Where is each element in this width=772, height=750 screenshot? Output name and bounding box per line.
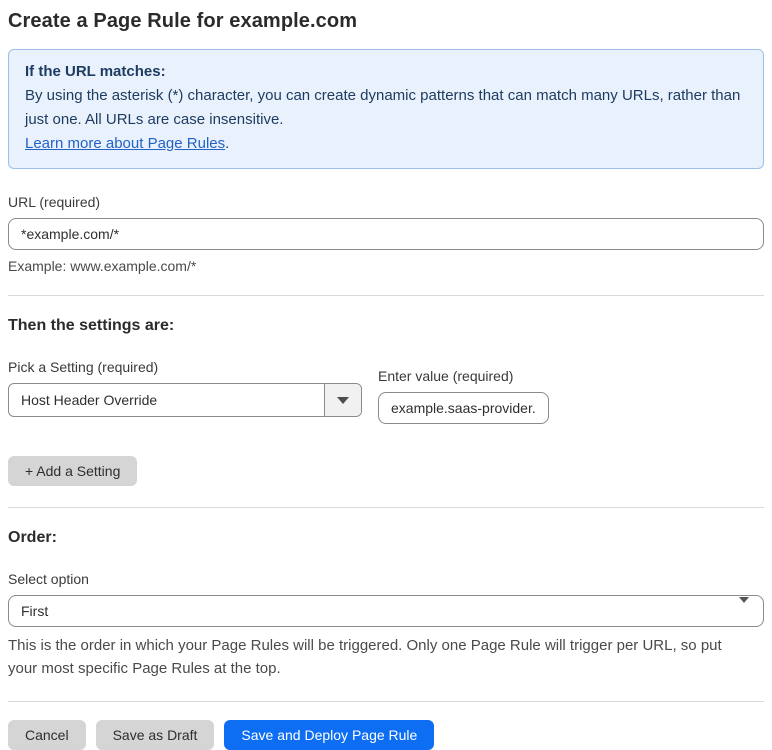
url-input[interactable] <box>8 218 764 250</box>
order-section: Order: Select option First This is the o… <box>8 529 764 680</box>
info-box-body-text: By using the asterisk (*) character, you… <box>25 87 741 128</box>
settings-row: Pick a Setting (required) Host Header Ov… <box>8 359 764 424</box>
order-helper-text: This is the order in which your Page Rul… <box>8 637 722 677</box>
save-as-draft-button[interactable]: Save as Draft <box>95 720 215 750</box>
add-setting-button[interactable]: + Add a Setting <box>8 456 138 486</box>
setting-picker-column: Pick a Setting (required) Host Header Ov… <box>8 359 362 417</box>
setting-select[interactable]: Host Header Override <box>8 383 362 417</box>
settings-heading: Then the settings are: <box>8 317 175 334</box>
url-section: URL (required) Example: www.example.com/… <box>8 194 764 274</box>
setting-select-label: Pick a Setting (required) <box>8 359 159 375</box>
order-select-value: First <box>21 603 49 619</box>
order-heading: Order: <box>8 529 57 546</box>
order-select-label: Select option <box>8 571 89 587</box>
learn-more-link[interactable]: Learn more about Page Rules <box>25 135 225 152</box>
link-suffix: . <box>225 135 230 152</box>
chevron-down-icon <box>739 597 749 619</box>
info-box-heading: If the URL matches: <box>25 63 166 80</box>
info-box-body: By using the asterisk (*) character, you… <box>25 84 747 156</box>
chevron-down-icon <box>337 396 349 404</box>
setting-value-column: Enter value (required) <box>378 359 549 424</box>
divider <box>8 295 764 296</box>
order-select[interactable]: First <box>8 595 764 627</box>
setting-select-arrow-button[interactable] <box>324 384 361 416</box>
url-example-helper: Example: www.example.com/* <box>8 258 197 274</box>
cancel-button[interactable]: Cancel <box>8 720 86 750</box>
url-label: URL (required) <box>8 194 101 210</box>
setting-select-value: Host Header Override <box>21 392 158 408</box>
setting-value-input[interactable] <box>378 392 549 424</box>
setting-value-label: Enter value (required) <box>378 368 514 384</box>
footer-actions: Cancel Save as Draft Save and Deploy Pag… <box>8 720 764 750</box>
url-matches-info-box: If the URL matches: By using the asteris… <box>8 49 764 169</box>
page-title: Create a Page Rule for example.com <box>8 10 358 32</box>
divider <box>8 701 764 702</box>
divider <box>8 507 764 508</box>
settings-section: Then the settings are: Pick a Setting (r… <box>8 317 764 486</box>
save-and-deploy-button[interactable]: Save and Deploy Page Rule <box>224 720 435 750</box>
